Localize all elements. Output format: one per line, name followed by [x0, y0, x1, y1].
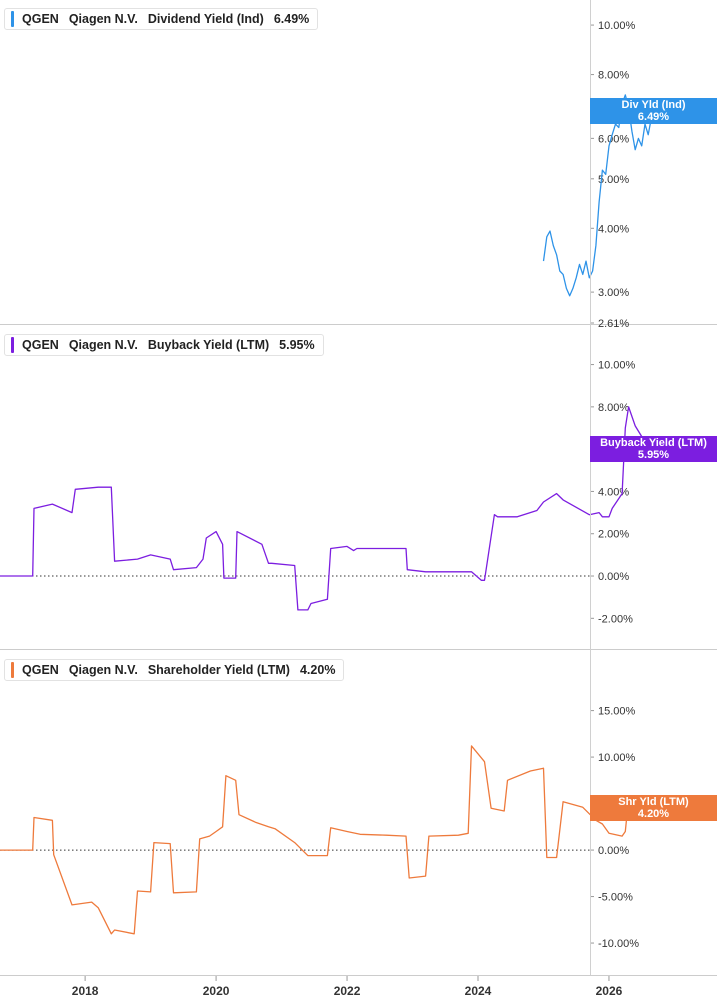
legend-ticker: QGEN [22, 12, 59, 26]
callout-shareholder-yield: Shr Yld (LTM) 4.20% [590, 795, 717, 821]
legend-metric: Buyback Yield (LTM) [147, 338, 270, 352]
chart-root: 10.00%8.00%7.00%6.00%5.00%4.00%3.00%2.61… [0, 0, 717, 1005]
legend-company: Qiagen N.V. [68, 338, 138, 352]
y-tick-label: -2.00% [598, 613, 633, 625]
y-tick-label: 10.00% [598, 360, 636, 372]
legend-metric: Shareholder Yield (LTM) [147, 663, 290, 677]
series-line [542, 94, 656, 297]
y-tick-label: -5.00% [598, 892, 633, 904]
callout-value: 6.49% [637, 111, 670, 123]
callout-dividend-yield: Div Yld (Ind) 6.49% [590, 98, 717, 124]
legend-metric: Dividend Yield (Ind) [147, 12, 264, 26]
callout-label: Shr Yld (LTM) [618, 796, 689, 808]
legend-color-bar [11, 662, 14, 678]
y-tick-label: 4.00% [598, 486, 629, 498]
y-tick-label: 10.00% [598, 20, 636, 32]
chart-canvas: 10.00%8.00%7.00%6.00%5.00%4.00%3.00%2.61… [0, 0, 717, 998]
callout-buyback-yield: Buyback Yield (LTM) 5.95% [590, 436, 717, 462]
y-tick-label: 8.00% [598, 402, 629, 414]
legend-value: 6.49% [273, 12, 310, 26]
y-tick-label: 2.61% [598, 318, 629, 330]
legend-company: Qiagen N.V. [68, 12, 138, 26]
x-tick-label: 2026 [596, 984, 623, 998]
callout-value: 4.20% [637, 808, 670, 820]
y-tick-label: 6.00% [598, 133, 629, 145]
callout-label: Div Yld (Ind) [621, 99, 686, 111]
legend-ticker: QGEN [22, 338, 59, 352]
x-tick-label: 2024 [465, 984, 492, 998]
x-tick-label: 2018 [72, 984, 99, 998]
legend-value: 4.20% [299, 663, 336, 677]
y-tick-label: -10.00% [598, 938, 639, 950]
legend-dividend-yield: QGEN Qiagen N.V. Dividend Yield (Ind) 6.… [4, 8, 319, 30]
x-tick-label: 2022 [334, 984, 361, 998]
y-tick-label: 15.00% [598, 706, 636, 718]
x-tick-label: 2020 [203, 984, 230, 998]
y-tick-label: 2.00% [598, 529, 629, 541]
callout-label: Buyback Yield (LTM) [600, 437, 707, 449]
y-tick-label: 3.00% [598, 287, 629, 299]
legend-company: Qiagen N.V. [68, 663, 138, 677]
legend-color-bar [11, 11, 14, 27]
series-line [0, 406, 656, 611]
legend-buyback-yield: QGEN Qiagen N.V. Buyback Yield (LTM) 5.9… [4, 334, 324, 356]
y-tick-label: 4.00% [598, 223, 629, 235]
legend-value: 5.95% [279, 338, 315, 352]
y-tick-label: 5.00% [598, 174, 629, 186]
callout-value: 5.95% [637, 449, 670, 461]
legend-color-bar [11, 337, 14, 353]
y-tick-label: 8.00% [598, 70, 629, 82]
y-tick-label: 10.00% [598, 752, 636, 764]
y-tick-label: 0.00% [598, 845, 629, 857]
legend-shareholder-yield: QGEN Qiagen N.V. Shareholder Yield (LTM)… [4, 659, 345, 681]
series-line [0, 745, 655, 935]
legend-ticker: QGEN [22, 663, 59, 677]
y-tick-label: 0.00% [598, 571, 629, 583]
